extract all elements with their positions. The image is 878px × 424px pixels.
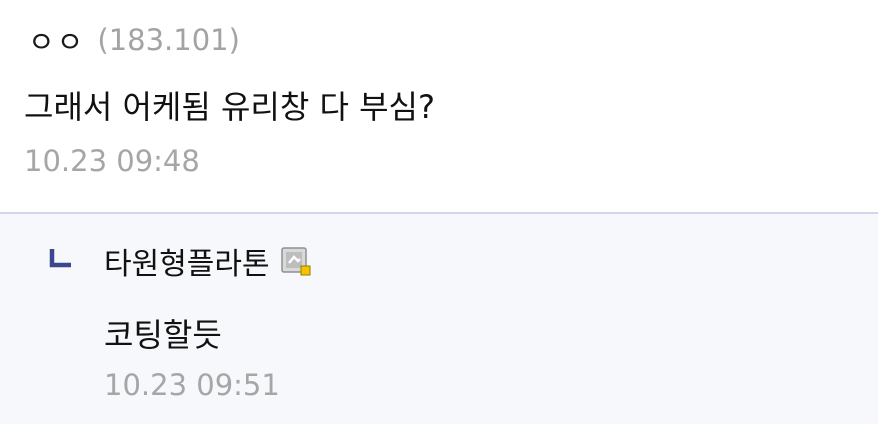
reply-nickname[interactable]: 타원형플라톤 (104, 239, 270, 283)
reply-text: 코팅할듯 (104, 316, 222, 354)
reply-item: 타원형플라톤 코팅할듯 10.23 09:51 (0, 214, 878, 424)
reply-arrow-icon (49, 249, 71, 268)
comment-nickname[interactable]: ㅇㅇ (28, 19, 85, 61)
fixed-nick-gallery-icon[interactable] (280, 245, 312, 277)
comment-text: 그래서 어케됨 유리창 다 부심? (24, 88, 435, 126)
reply-author-row: 타원형플라톤 (104, 238, 312, 284)
reply-timestamp: 10.23 09:51 (104, 368, 280, 402)
comment-author-row: ㅇㅇ (183.101) (28, 18, 240, 62)
comment-timestamp: 10.23 09:48 (24, 144, 200, 178)
comment-item: ㅇㅇ (183.101) 그래서 어케됨 유리창 다 부심? 10.23 09:… (0, 0, 878, 213)
comment-ip: (183.101) (97, 23, 240, 57)
